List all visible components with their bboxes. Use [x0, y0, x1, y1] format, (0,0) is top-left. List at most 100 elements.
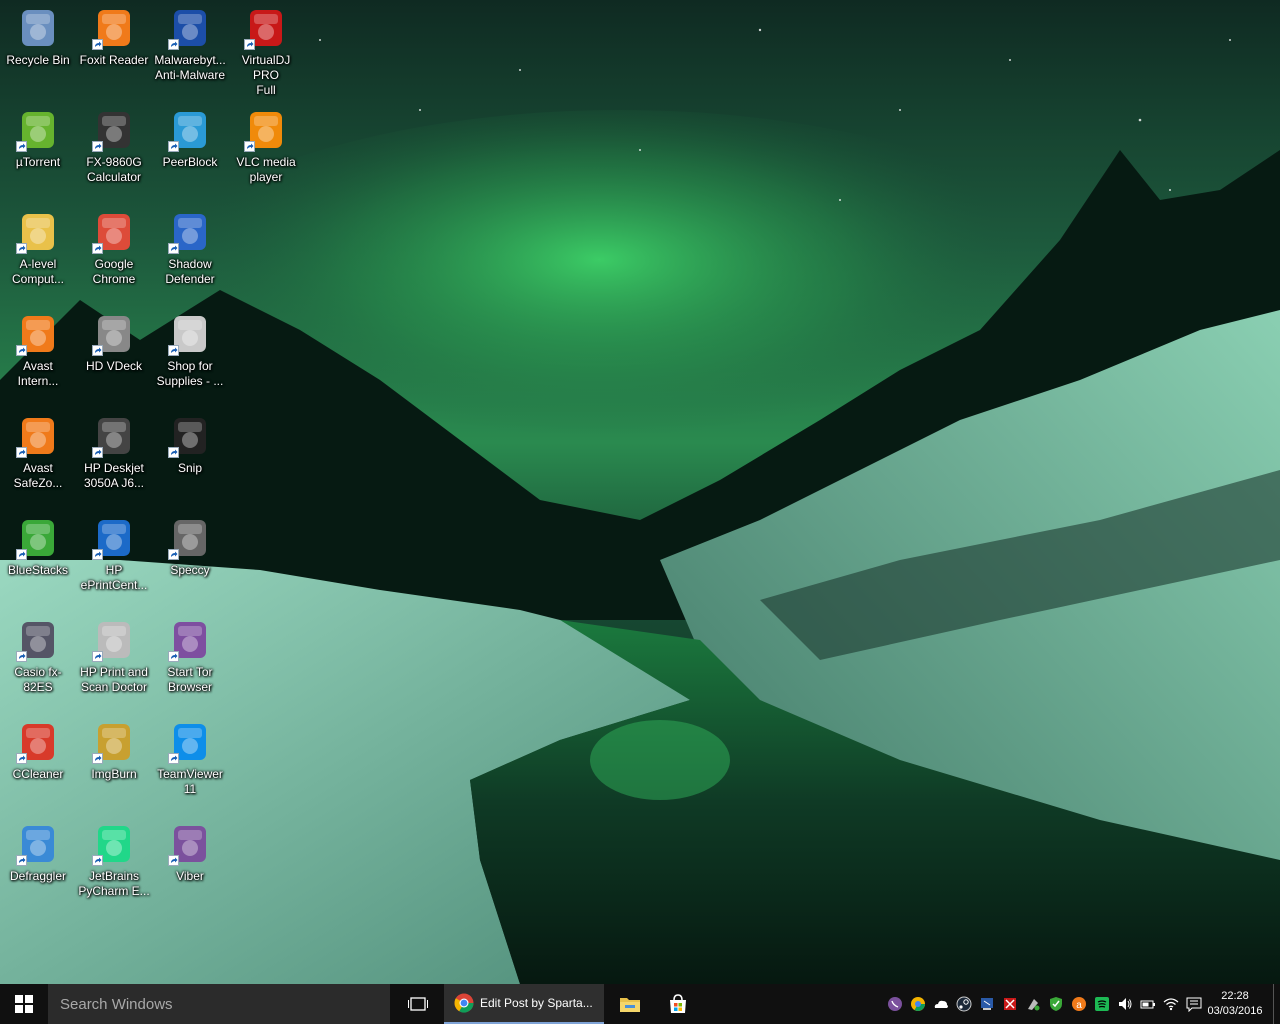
desktop-icon[interactable]: Speccy: [152, 510, 228, 610]
windows-logo-icon: [15, 995, 33, 1013]
shortcut-arrow-icon: [92, 549, 103, 560]
action-center-icon[interactable]: [1182, 984, 1205, 1024]
desktop-icon[interactable]: HP Deskjet 3050A J6...: [76, 408, 152, 508]
network-adapter-icon[interactable]: [975, 984, 998, 1024]
file-explorer-taskbar-button[interactable]: [606, 984, 654, 1024]
desktop-icon[interactable]: FX-9860G Calculator: [76, 102, 152, 202]
desktop-icon-label: Foxit Reader: [79, 53, 149, 67]
usb-icon[interactable]: [998, 984, 1021, 1024]
folder-icon: [16, 210, 60, 254]
imgburn-icon: [92, 720, 136, 764]
spotify-icon[interactable]: [1090, 984, 1113, 1024]
shortcut-arrow-icon: [168, 345, 179, 356]
teamviewer-icon: [168, 720, 212, 764]
desktop-icon[interactable]: JetBrains PyCharm E...: [76, 816, 152, 916]
desktop-icon-label: HP ePrintCent...: [80, 563, 148, 592]
desktop-icon[interactable]: HP Print and Scan Doctor: [76, 612, 152, 712]
desktop-icon[interactable]: Foxit Reader: [76, 0, 152, 100]
shortcut-arrow-icon: [168, 549, 179, 560]
desktop-icon[interactable]: Google Chrome: [76, 204, 152, 304]
wifi-icon[interactable]: [1159, 984, 1182, 1024]
desktop-icon[interactable]: µTorrent: [0, 102, 76, 202]
desktop-icon[interactable]: ImgBurn: [76, 714, 152, 814]
shortcut-arrow-icon: [92, 753, 103, 764]
desktop-icon[interactable]: Shop for Supplies - ...: [152, 306, 228, 406]
chrome-taskbar-button[interactable]: Edit Post by Sparta...: [444, 984, 604, 1024]
desktop-icon[interactable]: A-level Comput...: [0, 204, 76, 304]
desktop-icon-label: HP Print and Scan Doctor: [80, 665, 148, 694]
battery-icon[interactable]: [1136, 984, 1159, 1024]
ccleaner-icon: [16, 720, 60, 764]
desktop-icon[interactable]: BlueStacks: [0, 510, 76, 610]
desktop-icon[interactable]: Shadow Defender: [152, 204, 228, 304]
desktop-icon[interactable]: CCleaner: [0, 714, 76, 814]
desktop-icon-label: FX-9860G Calculator: [86, 155, 142, 184]
store-icon: [670, 994, 686, 1013]
start-button[interactable]: [0, 984, 48, 1024]
shortcut-arrow-icon: [16, 141, 27, 152]
desktop-icon-label: Recycle Bin: [6, 53, 70, 67]
desktop-icon[interactable]: Viber: [152, 816, 228, 916]
hp-eprint-icon: [92, 516, 136, 560]
store-taskbar-button[interactable]: [654, 984, 702, 1024]
desktop-icon[interactable]: VirtualDJ PRO Full: [228, 0, 304, 100]
search-box[interactable]: Search Windows: [48, 984, 390, 1024]
foxit-reader-icon: [92, 6, 136, 50]
desktop-icon-label: PeerBlock: [162, 155, 218, 169]
desktop-icon-label: VLC media player: [236, 155, 296, 184]
desktop-icon-label: A-level Comput...: [11, 257, 65, 286]
desktop-icon[interactable]: Snip: [152, 408, 228, 508]
desktop-icon[interactable]: Casio fx-82ES: [0, 612, 76, 712]
desktop-icon[interactable]: TeamViewer 11: [152, 714, 228, 814]
hd-vdeck-icon: [92, 312, 136, 356]
desktop-icon[interactable]: Avast SafeZo...: [0, 408, 76, 508]
desktop-icon[interactable]: HD VDeck: [76, 306, 152, 406]
clock[interactable]: 22:28 03/03/2016: [1205, 989, 1265, 1019]
shortcut-arrow-icon: [16, 549, 27, 560]
printer-icon: [92, 414, 136, 458]
clock-time: 22:28: [1221, 990, 1249, 1002]
shortcut-arrow-icon: [16, 855, 27, 866]
shortcut-arrow-icon: [244, 141, 255, 152]
desktop-icon-label: Defraggler: [9, 869, 67, 883]
show-desktop-button[interactable]: [1273, 984, 1280, 1024]
desktop-icon[interactable]: VLC media player: [228, 102, 304, 202]
shield-tray-icon[interactable]: [1044, 984, 1067, 1024]
desktop-icon[interactable]: Avast Intern...: [0, 306, 76, 406]
desktop-icon[interactable]: Recycle Bin: [0, 0, 76, 100]
desktop-icon-label: VirtualDJ PRO Full: [241, 53, 291, 97]
desktop-icon-label: CCleaner: [12, 767, 64, 781]
desktop-icon-label: Snip: [177, 461, 203, 475]
shortcut-arrow-icon: [168, 753, 179, 764]
snip-icon: [168, 414, 212, 458]
chrome-icon: [454, 993, 474, 1013]
shortcut-arrow-icon: [244, 39, 255, 50]
folder-icon: [620, 998, 640, 1012]
vlc-icon: [244, 108, 288, 152]
desktop-icon[interactable]: Malwarebyt... Anti-Malware: [152, 0, 228, 100]
chrome-tray-icon[interactable]: [906, 984, 929, 1024]
desktop-icon[interactable]: Start Tor Browser: [152, 612, 228, 712]
recycle-bin-icon: [16, 6, 60, 50]
onedrive-icon[interactable]: [929, 984, 952, 1024]
shortcut-arrow-icon: [168, 651, 179, 662]
search-placeholder: Search Windows: [60, 995, 173, 1013]
tor-browser-icon: [168, 618, 212, 662]
shortcut-arrow-icon: [92, 141, 103, 152]
shortcut-arrow-icon: [92, 243, 103, 254]
desktop-icon[interactable]: HP ePrintCent...: [76, 510, 152, 610]
shortcut-arrow-icon: [92, 345, 103, 356]
avast-icon: [16, 312, 60, 356]
steam-icon[interactable]: [952, 984, 975, 1024]
avast-tray-icon[interactable]: a: [1067, 984, 1090, 1024]
safely-remove-icon[interactable]: [1021, 984, 1044, 1024]
volume-icon[interactable]: [1113, 984, 1136, 1024]
task-view-icon: [408, 997, 428, 1011]
task-view-button[interactable]: [394, 984, 442, 1024]
desktop-icon[interactable]: Defraggler: [0, 816, 76, 916]
shortcut-arrow-icon: [92, 447, 103, 458]
desktop-icon-label: Viber: [176, 869, 204, 883]
desktop-icon[interactable]: PeerBlock: [152, 102, 228, 202]
shortcut-arrow-icon: [168, 141, 179, 152]
viber-tray-icon[interactable]: [883, 984, 906, 1024]
